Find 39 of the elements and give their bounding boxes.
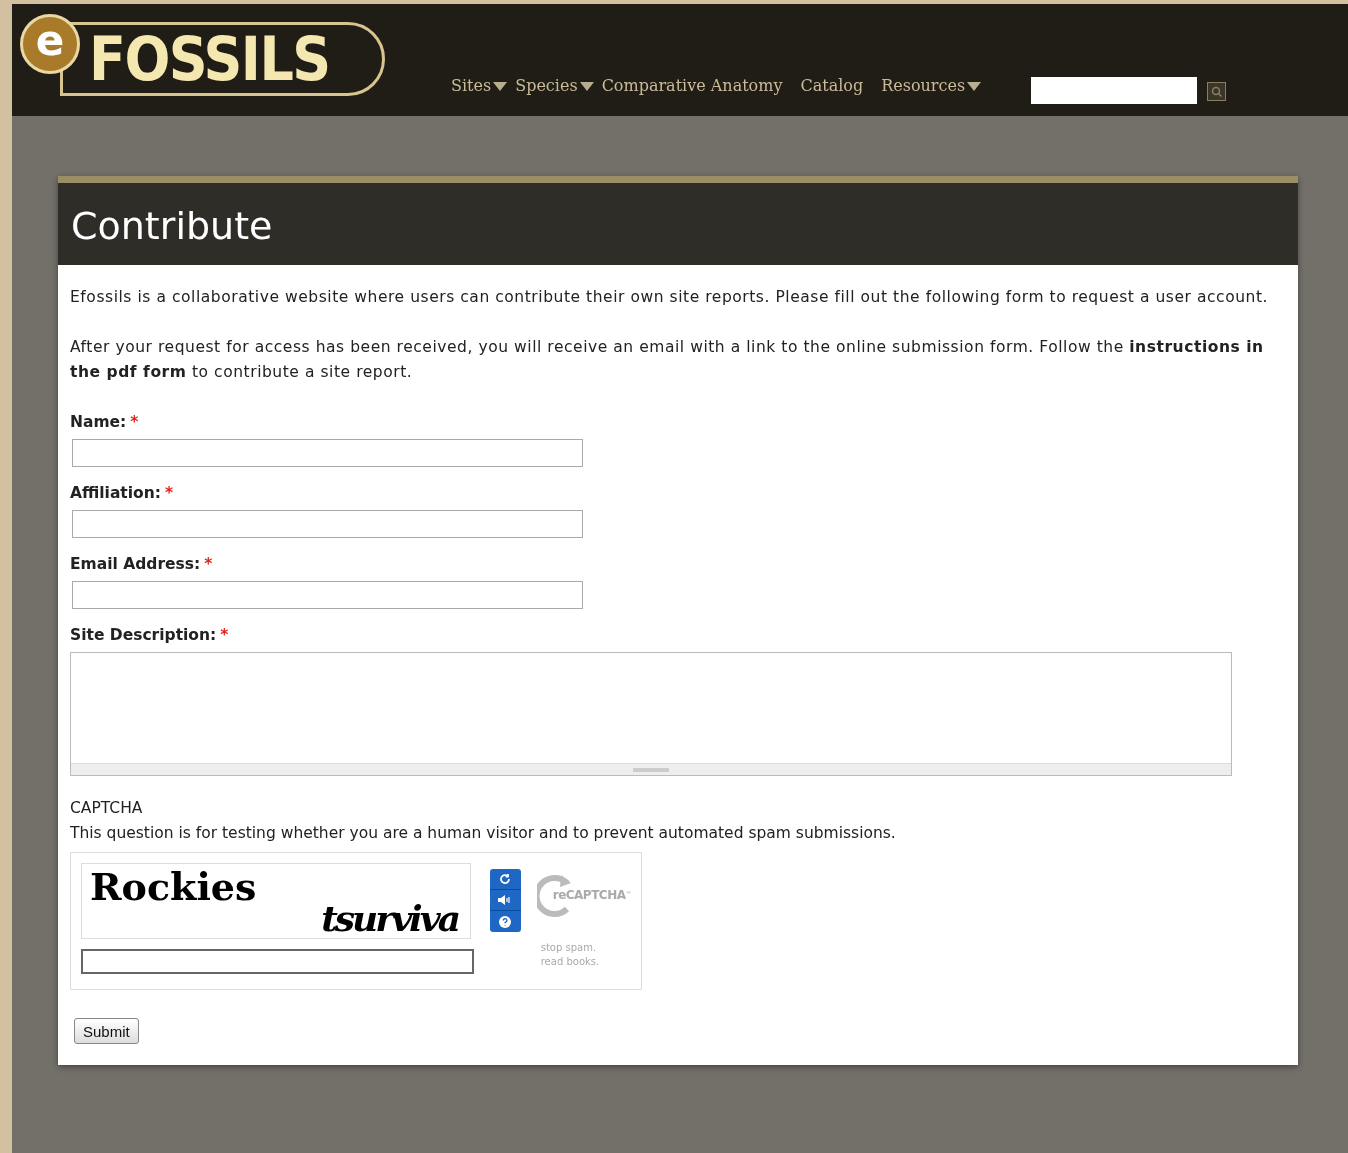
required-mark: * — [220, 625, 229, 646]
recaptcha-logo-text: reCAPTCHA$^{™}$ — [552, 886, 631, 904]
required-mark: * — [130, 412, 139, 433]
intro-paragraph: Efossils is a collaborative website where users can contribute their own site reports. Please fill out the following form to request a user account. — [70, 287, 1270, 308]
field-label: Email Address: — [70, 554, 201, 575]
search-icon — [1211, 86, 1223, 97]
nav-link[interactable]: Catalog — [800, 74, 864, 98]
captcha-heading: CAPTCHA — [70, 798, 144, 819]
page-title: Contribute — [71, 207, 273, 245]
dropdown-arrow-icon — [967, 81, 982, 91]
nav-link[interactable]: Species — [515, 74, 594, 98]
text-field[interactable] — [72, 581, 583, 609]
required-mark: * — [165, 483, 174, 504]
submit-button[interactable]: Submit — [74, 1018, 139, 1044]
intro-paragraph: After your request for access has been received, you will receive an email with a link to the online submission form. Follow the instructions in the pdf form to contribute a site report. — [70, 337, 1265, 383]
dropdown-arrow-icon — [493, 81, 508, 91]
required-mark: * — [204, 554, 213, 575]
field-label: Site Description: — [70, 625, 217, 646]
logo-badge: e — [20, 14, 80, 74]
nav-link[interactable]: Resources — [881, 74, 982, 98]
captcha-word: tsurviva — [321, 898, 458, 938]
nav-link[interactable]: Comparative Anatomy — [601, 74, 783, 98]
search-button[interactable] — [1207, 82, 1227, 101]
captcha-word: Rockies — [90, 864, 257, 910]
textarea-field[interactable] — [70, 652, 1232, 776]
captcha-answer-field[interactable] — [81, 949, 474, 974]
refresh-icon — [499, 873, 512, 885]
recaptcha-slogan: stop spam. read books. — [540, 941, 601, 969]
text-field[interactable] — [72, 510, 583, 538]
text-field[interactable] — [72, 439, 583, 467]
nav-link[interactable]: Sites — [451, 74, 508, 98]
field-label: Affiliation: — [70, 483, 161, 504]
help-icon — [499, 915, 512, 928]
logo-text: FOSSILS — [89, 29, 330, 89]
search-field[interactable] — [1031, 77, 1198, 104]
captcha-description: This question is for testing whether you are a human visitor and to prevent automated spam submissions. — [70, 823, 897, 844]
field-label: Name: — [70, 412, 127, 433]
dropdown-arrow-icon — [579, 81, 594, 91]
speaker-icon — [498, 895, 513, 905]
